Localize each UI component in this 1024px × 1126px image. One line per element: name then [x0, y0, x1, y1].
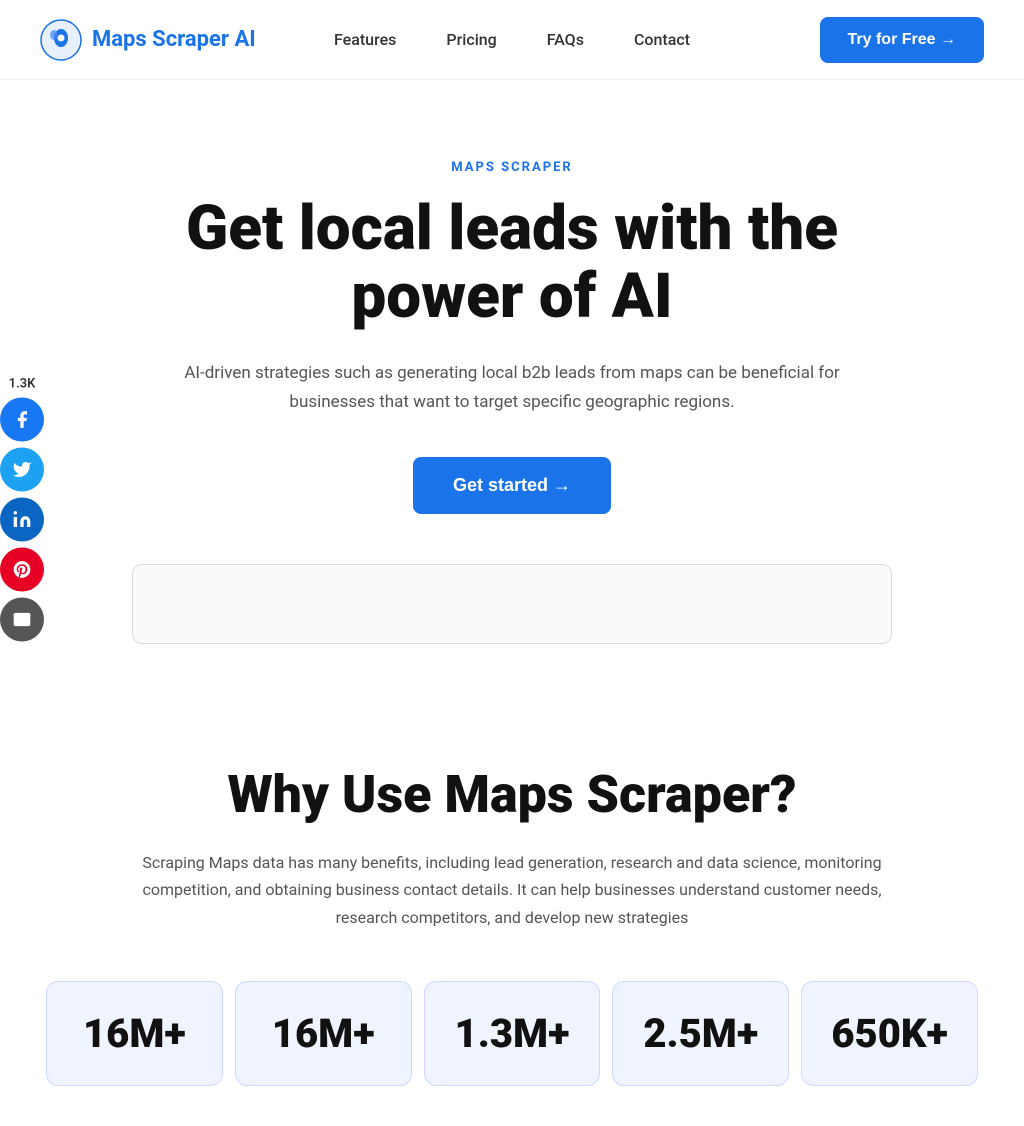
logo-icon: [40, 19, 82, 61]
hero-section: MAPS SCRAPER Get local leads with the po…: [62, 80, 962, 684]
stat-card-4: 650K+: [801, 981, 978, 1086]
twitter-share-button[interactable]: [0, 448, 44, 492]
social-sidebar: 1.3K: [0, 377, 44, 648]
email-share-button[interactable]: [0, 598, 44, 642]
email-icon: [12, 610, 32, 630]
stat-number-4: 650K+: [831, 1010, 948, 1057]
try-for-free-button[interactable]: Try for Free →: [820, 17, 984, 63]
pinterest-icon: [12, 560, 32, 580]
why-desc: Scraping Maps data has many benefits, in…: [112, 849, 912, 931]
get-started-button[interactable]: Get started →: [413, 457, 611, 514]
stat-number-0: 16M+: [83, 1010, 186, 1057]
nav-logo-text: Maps Scraper AI: [92, 27, 256, 52]
nav-link-contact[interactable]: Contact: [634, 30, 690, 49]
facebook-share-button[interactable]: [0, 398, 44, 442]
twitter-icon: [12, 460, 32, 480]
pinterest-share-button[interactable]: [0, 548, 44, 592]
hero-tag: MAPS SCRAPER: [102, 160, 922, 175]
stat-card-2: 1.3M+: [424, 981, 601, 1086]
nav-link-features[interactable]: Features: [334, 30, 396, 49]
stat-number-1: 16M+: [272, 1010, 375, 1057]
stats-row: 16M+ 16M+ 1.3M+ 2.5M+ 650K+: [40, 981, 984, 1086]
stat-number-3: 2.5M+: [643, 1010, 758, 1057]
hero-subtitle: AI-driven strategies such as generating …: [182, 359, 842, 417]
video-placeholder: [132, 564, 892, 644]
why-section: Why Use Maps Scraper? Scraping Maps data…: [0, 684, 1024, 1126]
nav-links: Features Pricing FAQs Contact: [334, 30, 690, 49]
facebook-icon: [12, 410, 32, 430]
social-share-count: 1.3K: [9, 377, 36, 392]
stat-card-1: 16M+: [235, 981, 412, 1086]
stat-card-0: 16M+: [46, 981, 223, 1086]
nav-link-pricing[interactable]: Pricing: [446, 30, 496, 49]
navbar: Maps Scraper AI Features Pricing FAQs Co…: [0, 0, 1024, 80]
stat-number-2: 1.3M+: [455, 1010, 570, 1057]
linkedin-icon: [12, 510, 32, 530]
nav-logo[interactable]: Maps Scraper AI: [40, 19, 256, 61]
why-title: Why Use Maps Scraper?: [40, 764, 984, 825]
stat-card-3: 2.5M+: [612, 981, 789, 1086]
linkedin-share-button[interactable]: [0, 498, 44, 542]
hero-title: Get local leads with the power of AI: [102, 195, 922, 331]
nav-link-faqs[interactable]: FAQs: [547, 30, 584, 49]
